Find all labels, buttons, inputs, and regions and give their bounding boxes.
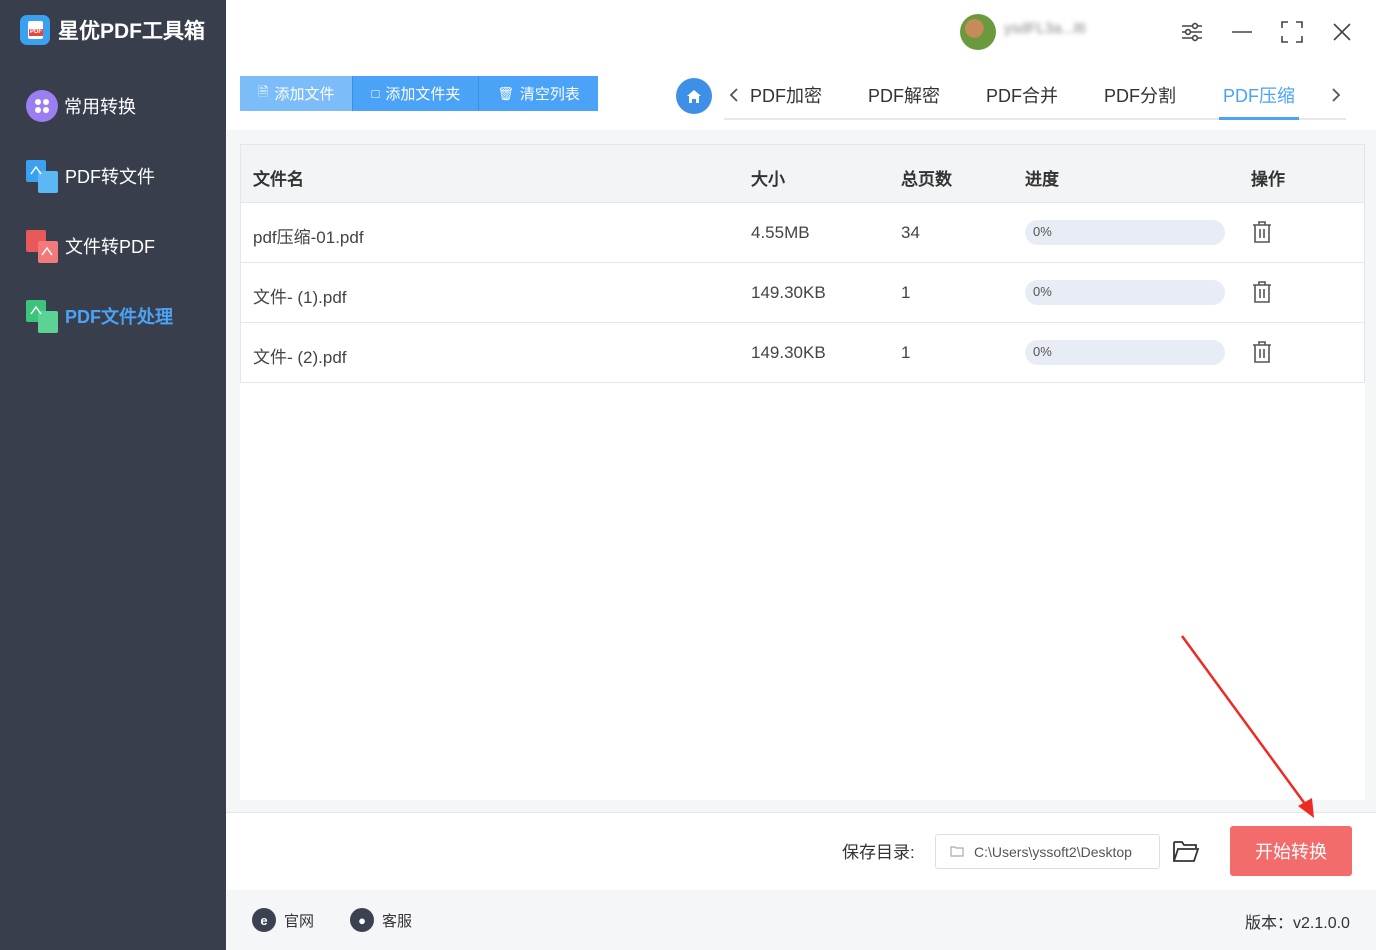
tab-pdf-merge[interactable]: PDF合并 [986, 82, 1058, 116]
add-folder-label: 添加文件夹 [385, 86, 461, 103]
file-name: 文件- (2).pdf [253, 348, 347, 367]
browser-icon: e [252, 908, 276, 932]
page-count: 34 [901, 223, 920, 242]
sidebar-item-label: 常用转换 [64, 97, 136, 117]
clear-list-label: 清空列表 [519, 86, 580, 103]
app-header: 星优PDF工具箱 [20, 14, 205, 46]
delete-icon[interactable] [1251, 340, 1273, 364]
table-row: 文件- (1).pdf 149.30KB 1 0% [240, 263, 1365, 323]
add-folder-button[interactable]: □ 添加文件夹 [353, 76, 480, 111]
progress-text: 0% [1033, 224, 1052, 239]
sidebar-item-pdf-to-file[interactable]: PDF转文件 [26, 159, 155, 193]
app-title: 星优PDF工具箱 [58, 20, 205, 43]
support-link[interactable]: ● 客服 [350, 908, 412, 932]
maximize-icon[interactable] [1275, 16, 1309, 48]
sidebar: 星优PDF工具箱 常用转换 PDF转文件 文件转PDF PDF文件处理 [0, 0, 226, 950]
table-header: 文件名 大小 总页数 进度 操作 [240, 144, 1365, 203]
table-row: pdf压缩-01.pdf 4.55MB 34 0% [240, 203, 1365, 263]
sidebar-item-pdf-process[interactable]: PDF文件处理 [26, 299, 173, 333]
col-progress: 进度 [1025, 170, 1059, 189]
sidebar-item-label: PDF转文件 [65, 167, 155, 187]
clear-list-button[interactable]: 🗑 清空列表 [479, 76, 598, 111]
col-actions: 操作 [1251, 170, 1285, 189]
apps-icon [26, 90, 58, 122]
start-convert-button[interactable]: 开始转换 [1230, 826, 1352, 876]
delete-icon[interactable] [1251, 220, 1273, 244]
sidebar-item-common-convert[interactable]: 常用转换 [26, 89, 136, 123]
tabs-next-arrow[interactable] [1325, 80, 1347, 110]
file-name: 文件- (1).pdf [253, 288, 347, 307]
tab-pdf-split[interactable]: PDF分割 [1104, 82, 1176, 116]
version-text: 版本：v2.1.0.0 [1245, 915, 1350, 932]
folder-icon: □ [371, 86, 380, 101]
tab-pdf-compress[interactable]: PDF压缩 [1219, 82, 1299, 120]
save-path-field[interactable]: C:\Users\yssoft2\Desktop [935, 834, 1160, 869]
sidebar-item-label: PDF文件处理 [65, 307, 173, 327]
add-file-label: 添加文件 [274, 86, 335, 103]
file-name: pdf压缩-01.pdf [253, 228, 364, 247]
progress-text: 0% [1033, 344, 1052, 359]
file-icon: 🗎 [258, 83, 269, 99]
chevron-right-icon [1332, 88, 1341, 102]
progress-bar: 0% [1025, 220, 1225, 245]
table-row: 文件- (2).pdf 149.30KB 1 0% [240, 323, 1365, 383]
home-button[interactable] [676, 78, 712, 114]
file-size: 149.30KB [751, 343, 826, 362]
file-to-pdf-icon [26, 229, 59, 263]
close-icon[interactable] [1325, 16, 1359, 48]
folder-small-icon [950, 844, 964, 860]
settings-icon[interactable] [1175, 16, 1209, 48]
app-logo-icon [20, 15, 50, 45]
sidebar-item-file-to-pdf[interactable]: 文件转PDF [26, 229, 155, 263]
open-folder-icon[interactable] [1172, 838, 1200, 864]
chat-icon: ● [350, 908, 374, 932]
website-label: 官网 [284, 912, 315, 930]
col-filename: 文件名 [253, 170, 304, 189]
tab-pdf-encrypt[interactable]: PDF加密 [750, 82, 822, 116]
sidebar-item-label: 文件转PDF [65, 237, 155, 257]
pdf-process-icon [26, 299, 59, 333]
add-file-button[interactable]: 🗎 添加文件 [240, 76, 354, 111]
progress-bar: 0% [1025, 280, 1225, 305]
minimize-icon[interactable] [1225, 16, 1259, 48]
progress-text: 0% [1033, 284, 1052, 299]
pdf-to-file-icon [26, 159, 59, 193]
avatar[interactable] [960, 14, 996, 50]
progress-bar: 0% [1025, 340, 1225, 365]
tab-pdf-decrypt[interactable]: PDF解密 [868, 82, 940, 116]
file-size: 149.30KB [751, 283, 826, 302]
file-toolbar: 🗎 添加文件 □ 添加文件夹 🗑 清空列表 [240, 76, 598, 111]
col-size: 大小 [751, 170, 785, 189]
trash-icon: 🗑 [497, 85, 514, 101]
col-pages: 总页数 [901, 170, 952, 189]
save-path-value: C:\Users\yssoft2\Desktop [974, 843, 1132, 860]
annotation-arrow [1180, 635, 1314, 818]
page-count: 1 [901, 343, 911, 362]
username: ysdFL3a...l6 [1004, 20, 1086, 37]
page-count: 1 [901, 283, 911, 302]
website-link[interactable]: e 官网 [252, 908, 314, 932]
save-dir-label: 保存目录: [842, 843, 915, 862]
file-size: 4.55MB [751, 223, 810, 242]
delete-icon[interactable] [1251, 280, 1273, 304]
support-label: 客服 [382, 912, 413, 930]
home-icon [687, 89, 701, 103]
tool-tabs: PDF加密 PDF解密 PDF合并 PDF分割 PDF压缩 [724, 78, 1346, 120]
